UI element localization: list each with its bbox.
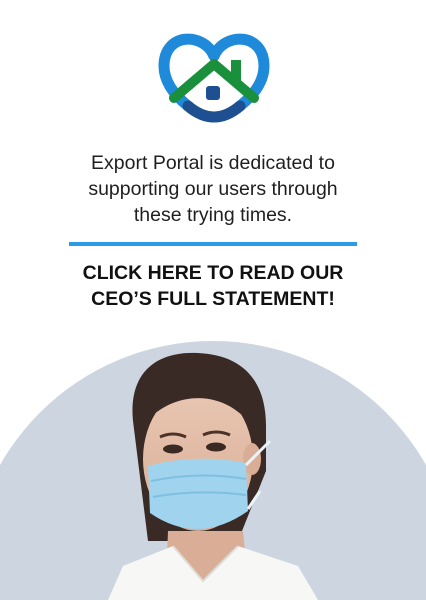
woman-wearing-face-mask-image xyxy=(0,341,426,600)
ceo-statement-link[interactable]: CLICK HERE TO READ OUR CEO’S FULL STATEM… xyxy=(0,260,426,312)
dedication-message: Export Portal is dedicated to supporting… xyxy=(0,150,426,228)
message-line-3: these trying times. xyxy=(133,204,293,226)
heart-house-icon xyxy=(158,26,270,124)
message-line-2: supporting our users through xyxy=(88,178,338,200)
cta-line-1: CLICK HERE TO READ OUR xyxy=(82,262,344,284)
cta-line-2: CEO’S FULL STATEMENT! xyxy=(91,288,335,310)
divider xyxy=(69,242,357,246)
message-line-1: Export Portal is dedicated to xyxy=(91,152,335,174)
